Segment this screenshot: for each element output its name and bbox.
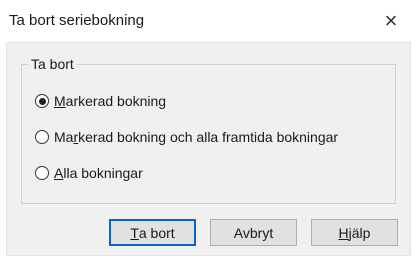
delete-series-booking-dialog: Ta bort seriebokning × Ta bort Markerad …: [0, 0, 417, 262]
radio-all-bookings[interactable]: Alla bokningar: [35, 162, 143, 184]
radio-button-unselected[interactable]: [35, 166, 49, 180]
radio-button-unselected[interactable]: [35, 130, 49, 144]
dialog-title: Ta bort seriebokning: [9, 12, 145, 29]
radio-label-selected-and-future: Markerad bokning och alla framtida bokni…: [54, 129, 339, 145]
title-bar: Ta bort seriebokning ×: [0, 0, 411, 42]
radio-label-selected-booking: Markerad bokning: [54, 93, 167, 109]
help-button[interactable]: Hjälp: [311, 219, 398, 246]
radio-label-all-bookings: Alla bokningar: [54, 165, 143, 181]
radio-selected-and-future-bookings[interactable]: Markerad bokning och alla framtida bokni…: [35, 126, 338, 148]
dialog-body: Ta bort Markerad bokning Markerad boknin…: [6, 42, 411, 256]
group-legend: Ta bort: [28, 56, 77, 72]
close-icon[interactable]: ×: [372, 4, 410, 38]
radio-button-selected[interactable]: [35, 94, 49, 108]
radio-checked-dot: [38, 97, 46, 105]
delete-button[interactable]: Ta bort: [109, 219, 196, 246]
radio-selected-booking[interactable]: Markerad bokning: [35, 90, 166, 112]
cancel-button[interactable]: Avbryt: [210, 219, 297, 246]
